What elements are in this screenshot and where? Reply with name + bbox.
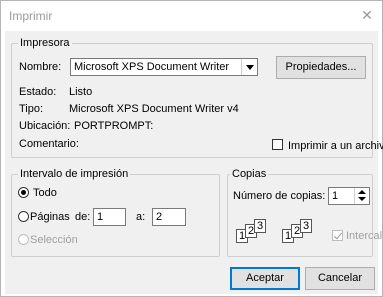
range-pages-radio[interactable] [18, 211, 29, 222]
type-label: Tipo: [19, 103, 44, 115]
to-label: a: [136, 211, 146, 223]
copies-count-value: 1 [332, 190, 339, 202]
printer-name-label: Nombre: [19, 61, 62, 73]
print-dialog: Imprimir ✕ Impresora Nombre: Microsoft X… [0, 0, 383, 297]
print-to-file-checkbox[interactable] [272, 139, 283, 150]
location-value: PORTPROMPT: [74, 120, 154, 132]
range-all-label[interactable]: Todo [33, 187, 57, 200]
close-icon[interactable]: ✕ [358, 6, 376, 24]
from-label: de: [75, 211, 91, 223]
dialog-body: Impresora Nombre: Microsoft XPS Document… [5, 31, 383, 294]
copies-group: Copias Número de copias: 1 1 2 3 1 2 3 I… [227, 168, 382, 257]
to-page-value: 2 [156, 211, 163, 223]
from-page-value: 1 [97, 211, 104, 223]
print-range-legend: Intervalo de impresión [18, 168, 131, 181]
range-selection-radio[interactable] [18, 234, 29, 245]
copies-legend: Copias [230, 168, 269, 181]
copies-spinner[interactable] [354, 188, 369, 204]
spin-up-icon[interactable] [358, 190, 366, 194]
range-selection-label[interactable]: Selección [30, 234, 78, 247]
copies-count-label: Número de copias: [233, 190, 326, 202]
spin-down-icon[interactable] [358, 197, 366, 201]
collate-icon: 1 2 3 1 2 3 [236, 219, 326, 249]
range-pages-label[interactable]: Páginas [30, 211, 70, 224]
printer-name-select[interactable]: Microsoft XPS Document Writer [70, 58, 258, 76]
printer-group-legend: Impresora [18, 37, 72, 50]
collate-page-3: 3 [254, 219, 266, 233]
properties-button[interactable]: Propiedades... [276, 56, 366, 79]
collate-page-3b: 3 [300, 219, 312, 233]
collate-checkbox[interactable] [332, 230, 343, 241]
print-to-file-label[interactable]: Imprimir a un archivo [288, 140, 383, 153]
chevron-down-icon[interactable] [241, 59, 257, 75]
cancel-button[interactable]: Cancelar [305, 267, 375, 290]
to-page-input[interactable]: 2 [152, 208, 186, 226]
ok-button[interactable]: Aceptar [230, 267, 300, 290]
status-value: Listo [69, 86, 93, 98]
from-page-input[interactable]: 1 [93, 208, 126, 226]
printer-group: Impresora Nombre: Microsoft XPS Document… [11, 37, 383, 158]
title-bar: Imprimir ✕ [1, 1, 382, 31]
status-label: Estado: [19, 86, 57, 98]
range-all-radio[interactable] [18, 187, 29, 198]
window-title: Imprimir [9, 9, 53, 23]
type-value: Microsoft XPS Document Writer v4 [69, 103, 239, 115]
printer-name-value: Microsoft XPS Document Writer [74, 61, 230, 73]
collate-label[interactable]: Intercal [346, 230, 382, 243]
print-range-group: Intervalo de impresión Todo Páginas de: … [11, 168, 220, 257]
location-label: Ubicación: [19, 120, 71, 132]
comment-label: Comentario: [19, 138, 79, 150]
copies-count-input[interactable]: 1 [328, 187, 370, 205]
